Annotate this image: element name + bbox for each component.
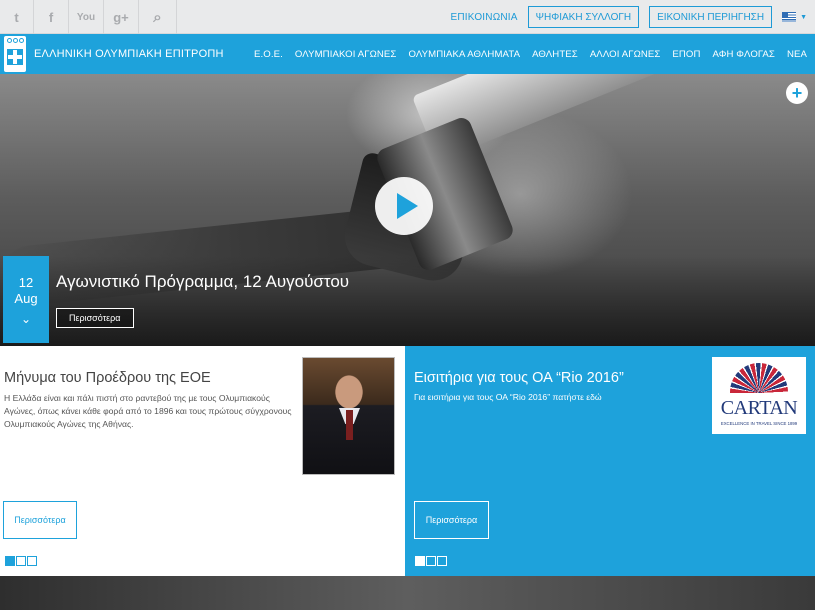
president-slider-dots bbox=[5, 556, 37, 566]
cartan-logo[interactable]: CARTAN EXCELLENCE IN TRAVEL SINCE 1899 bbox=[712, 357, 806, 434]
tickets-title[interactable]: Εισιτήρια για τους ΟΑ “Rio 2016” bbox=[414, 370, 624, 386]
nav-item-flame-lighting[interactable]: ΑΦΗ ΦΛΟΓΑΣ bbox=[713, 49, 775, 60]
tickets-panel: Εισιτήρια για τους ΟΑ “Rio 2016” Για εισ… bbox=[405, 346, 815, 576]
slider-dot[interactable] bbox=[437, 556, 447, 566]
cartan-fan-icon bbox=[730, 363, 788, 393]
cartan-logo-tagline: EXCELLENCE IN TRAVEL SINCE 1899 bbox=[720, 421, 798, 426]
date-day: 12 bbox=[18, 275, 34, 290]
virtual-tour-button[interactable]: ΕΙΚΟΝΙΚΗ ΠΕΡΙΗΓΗΣΗ bbox=[649, 6, 773, 28]
nav-item-news[interactable]: ΝΕΑ bbox=[787, 49, 807, 60]
olympic-rings-icon bbox=[6, 38, 24, 45]
slider-dot[interactable] bbox=[16, 556, 26, 566]
hero-more-button[interactable]: Περισσότερα bbox=[56, 308, 134, 328]
president-message-panel: Μήνυμα του Προέδρου της ΕΟΕ Η Ελλάδα είν… bbox=[0, 346, 405, 576]
president-photo-tie bbox=[346, 410, 353, 440]
plus-icon[interactable]: + bbox=[786, 82, 808, 104]
hero-title[interactable]: Αγωνιστικό Πρόγραμμα, 12 Αυγούστου bbox=[56, 272, 349, 292]
slider-dot[interactable] bbox=[426, 556, 436, 566]
date-month: Aug bbox=[14, 291, 38, 306]
tickets-text[interactable]: Για εισιτήρια για τους ΟΑ “Rio 2016” πατ… bbox=[414, 392, 602, 402]
youtube-icon[interactable]: You bbox=[69, 0, 104, 34]
contact-link[interactable]: ΕΠΙΚΟΙΝΩΝΙΑ bbox=[451, 12, 518, 23]
hero-slider: + 12 Aug ⌄ Αγωνιστικό Πρόγραμμα, 12 Αυγο… bbox=[0, 74, 815, 346]
president-message-title[interactable]: Μήνυμα του Προέδρου της ΕΟΕ bbox=[4, 370, 211, 386]
nav-item-epop[interactable]: ΕΠΟΠ bbox=[672, 49, 700, 60]
president-photo bbox=[302, 357, 395, 475]
facebook-icon[interactable]: f bbox=[34, 0, 69, 34]
top-links: ΕΠΙΚΟΙΝΩΝΙΑ ΨΗΦΙΑΚΗ ΣΥΛΛΟΓΗ ΕΙΚΟΝΙΚΗ ΠΕΡ… bbox=[451, 0, 807, 34]
main-navigation: ΕΛΛΗΝΙΚΗ ΟΛΥΜΠΙΑΚΗ ΕΠΙΤΡΟΠΗ Ε.Ο.Ε. ΟΛΥΜΠ… bbox=[0, 34, 815, 74]
search-icon[interactable]: ⌕ bbox=[139, 0, 177, 34]
hero-overlay bbox=[0, 256, 815, 346]
nav-menu: Ε.Ο.Ε. ΟΛΥΜΠΙΑΚΟΙ ΑΓΩΝΕΣ ΟΛΥΜΠΙΑΚΑ ΑΘΛΗΜ… bbox=[254, 34, 807, 74]
twitter-icon[interactable]: t bbox=[0, 0, 34, 34]
social-links: t f You g+ ⌕ bbox=[0, 0, 177, 34]
top-utility-bar: t f You g+ ⌕ ΕΠΙΚΟΙΝΩΝΙΑ ΨΗΦΙΑΚΗ ΣΥΛΛΟΓΗ… bbox=[0, 0, 815, 34]
olympic-committee-logo-icon bbox=[4, 36, 26, 72]
president-message-text: Η Ελλάδα είναι και πάλι πιστή στο ραντεβ… bbox=[4, 393, 292, 429]
nav-item-eoe[interactable]: Ε.Ο.Ε. bbox=[254, 49, 283, 60]
bottom-image-strip bbox=[0, 576, 815, 610]
cross-icon bbox=[7, 49, 23, 65]
slider-dot[interactable] bbox=[27, 556, 37, 566]
nav-item-athletes[interactable]: ΑΘΛΗΤΕΣ bbox=[532, 49, 578, 60]
tickets-slider-dots bbox=[415, 556, 447, 566]
nav-item-olympic-games[interactable]: ΟΛΥΜΠΙΑΚΟΙ ΑΓΩΝΕΣ bbox=[295, 49, 397, 60]
date-badge: 12 Aug ⌄ bbox=[3, 256, 49, 343]
google-plus-icon[interactable]: g+ bbox=[104, 0, 139, 34]
brand[interactable]: ΕΛΛΗΝΙΚΗ ΟΛΥΜΠΙΑΚΗ ΕΠΙΤΡΟΠΗ bbox=[4, 36, 224, 72]
tickets-more-button[interactable]: Περισσότερα bbox=[414, 501, 489, 539]
slider-dot[interactable] bbox=[415, 556, 425, 566]
digital-collection-button[interactable]: ΨΗΦΙΑΚΗ ΣΥΛΛΟΓΗ bbox=[527, 6, 640, 28]
chevron-down-icon[interactable]: ▼ bbox=[800, 14, 807, 21]
slider-dot[interactable] bbox=[5, 556, 15, 566]
nav-item-other-games[interactable]: ΑΛΛΟΙ ΑΓΩΝΕΣ bbox=[590, 49, 661, 60]
cartan-logo-word: CARTAN bbox=[720, 397, 798, 419]
play-icon bbox=[396, 193, 418, 219]
nav-item-olympic-sports[interactable]: ΟΛΥΜΠΙΑΚΑ ΑΘΛΗΜΑΤΑ bbox=[408, 49, 520, 60]
play-button[interactable] bbox=[375, 177, 433, 235]
president-more-button[interactable]: Περισσότερα bbox=[3, 501, 77, 539]
brand-name: ΕΛΛΗΝΙΚΗ ΟΛΥΜΠΙΑΚΗ ΕΠΙΤΡΟΠΗ bbox=[34, 48, 224, 60]
greek-flag-icon[interactable] bbox=[782, 12, 797, 22]
chevron-down-icon[interactable]: ⌄ bbox=[3, 312, 49, 326]
